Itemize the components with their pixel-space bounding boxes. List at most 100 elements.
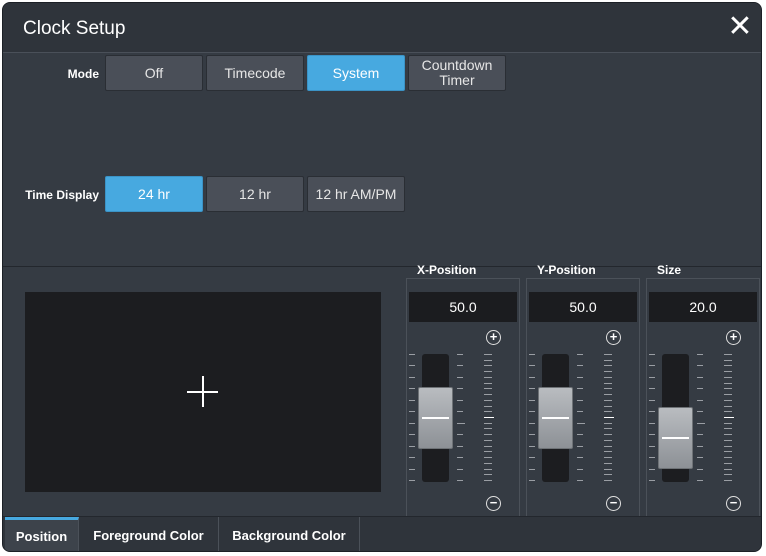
- scale-tick: [724, 457, 732, 458]
- scale-tick: [724, 451, 732, 452]
- size-track[interactable]: [658, 354, 693, 482]
- mode-off-button[interactable]: Off: [105, 55, 203, 91]
- scale-tick: [577, 377, 583, 378]
- y-position-scale-left: [529, 354, 543, 482]
- scale-tick: [604, 400, 612, 401]
- scale-tick: [457, 400, 463, 401]
- scale-tick: [484, 406, 492, 407]
- scale-tick: [409, 411, 415, 412]
- tab-background-color[interactable]: Background Color: [219, 517, 360, 551]
- scale-tick: [457, 354, 463, 355]
- size-thumb[interactable]: [658, 407, 693, 469]
- scale-tick: [577, 365, 583, 366]
- scale-tick: [484, 474, 492, 475]
- y-position-minus-icon[interactable]: −: [606, 496, 621, 511]
- y-position-scale-right: [604, 354, 618, 482]
- scale-tick: [484, 371, 492, 372]
- scale-tick: [409, 400, 415, 401]
- scale-tick: [724, 440, 732, 441]
- scale-tick: [649, 400, 655, 401]
- scale-tick: [484, 377, 492, 378]
- mode-timecode-button[interactable]: Timecode: [206, 55, 304, 91]
- scale-tick: [604, 371, 612, 372]
- scale-tick: [409, 446, 415, 447]
- scale-tick: [697, 434, 703, 435]
- time-display-24hr-button[interactable]: 24 hr: [105, 176, 203, 212]
- scale-tick: [529, 354, 535, 355]
- scale-tick: [604, 406, 612, 407]
- scale-tick: [484, 394, 492, 395]
- scale-tick: [724, 383, 732, 384]
- scale-tick: [457, 434, 463, 435]
- scale-tick: [697, 400, 703, 401]
- scale-tick: [529, 388, 535, 389]
- scale-tick: [577, 457, 583, 458]
- scale-tick: [457, 388, 463, 389]
- scale-tick: [604, 365, 612, 366]
- scale-tick: [457, 446, 463, 447]
- scale-tick: [409, 480, 415, 481]
- scale-tick: [649, 365, 655, 366]
- scale-tick: [724, 446, 732, 447]
- scale-tick: [529, 480, 535, 481]
- x-position-plus-icon[interactable]: +: [486, 330, 501, 345]
- scale-tick: [529, 446, 535, 447]
- scale-tick: [457, 457, 463, 458]
- time-display-12hr-button[interactable]: 12 hr: [206, 176, 304, 212]
- scale-tick: [457, 423, 465, 424]
- scale-tick: [577, 446, 583, 447]
- scale-tick: [604, 354, 612, 355]
- mode-countdown-timer-button[interactable]: Countdown Timer: [408, 55, 506, 91]
- size-value[interactable]: 20.0: [649, 292, 757, 322]
- scale-tick: [604, 446, 612, 447]
- time-display-12hr-ampm-button[interactable]: 12 hr AM/PM: [307, 176, 405, 212]
- scale-tick: [484, 388, 492, 389]
- y-position-scale-mid: [577, 354, 591, 482]
- scale-tick: [604, 423, 612, 424]
- size-plus-icon[interactable]: +: [726, 330, 741, 345]
- scale-tick: [604, 440, 612, 441]
- scale-tick: [484, 423, 492, 424]
- y-position-value[interactable]: 50.0: [529, 292, 637, 322]
- scale-tick: [697, 388, 703, 389]
- scale-tick: [724, 434, 732, 435]
- y-position-plus-icon[interactable]: +: [606, 330, 621, 345]
- scale-tick: [649, 434, 655, 435]
- scale-tick: [409, 457, 415, 458]
- scale-tick: [697, 480, 703, 481]
- scale-tick: [724, 474, 732, 475]
- size-slider-panel: Size 20.0 + −: [646, 263, 760, 518]
- scale-tick: [604, 411, 612, 412]
- scale-tick: [577, 434, 583, 435]
- scale-tick: [529, 457, 535, 458]
- x-position-label: X-Position: [417, 263, 477, 277]
- tab-foreground-color[interactable]: Foreground Color: [79, 517, 219, 551]
- x-position-thumb[interactable]: [418, 387, 453, 449]
- scale-tick: [409, 434, 415, 435]
- size-label: Size: [657, 263, 682, 277]
- y-position-slider-panel: Y-Position 50.0 + −: [526, 263, 640, 518]
- clock-preview[interactable]: [25, 292, 381, 492]
- scale-tick: [409, 354, 415, 355]
- x-position-value[interactable]: 50.0: [409, 292, 517, 322]
- y-position-thumb[interactable]: [538, 387, 573, 449]
- tab-position[interactable]: Position: [5, 517, 79, 551]
- scale-tick: [484, 417, 494, 418]
- scale-tick: [724, 469, 732, 470]
- scale-tick: [484, 365, 492, 366]
- scale-tick: [484, 469, 492, 470]
- scale-tick: [604, 457, 612, 458]
- x-position-minus-icon[interactable]: −: [486, 496, 501, 511]
- size-minus-icon[interactable]: −: [726, 496, 741, 511]
- scale-tick: [409, 377, 415, 378]
- scale-tick: [529, 377, 535, 378]
- x-position-track[interactable]: [418, 354, 453, 482]
- scale-tick: [604, 480, 612, 481]
- y-position-track[interactable]: [538, 354, 573, 482]
- mode-system-button[interactable]: System: [307, 55, 405, 91]
- scale-tick: [604, 417, 614, 418]
- close-icon[interactable]: ✕: [725, 12, 755, 42]
- scale-tick: [529, 423, 535, 424]
- y-position-label: Y-Position: [537, 263, 596, 277]
- scale-tick: [604, 469, 612, 470]
